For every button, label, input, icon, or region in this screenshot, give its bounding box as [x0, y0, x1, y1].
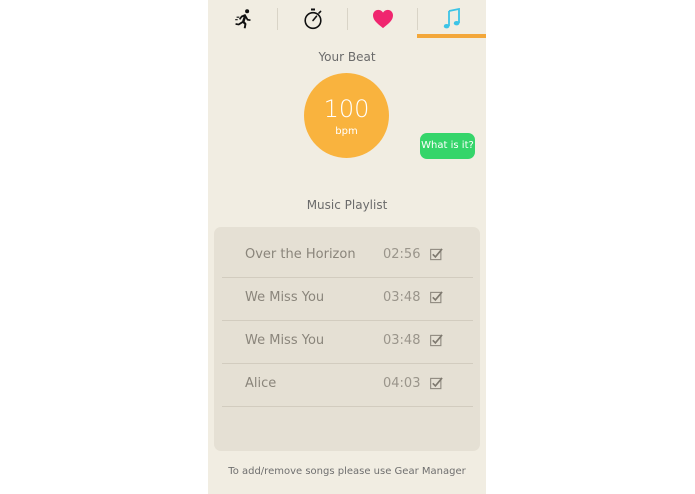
running-person-icon [234, 9, 251, 29]
song-title: Alice [245, 376, 277, 391]
song-title: We Miss You [245, 333, 325, 348]
playlist-card: Over the Horizon 02:56 We Miss You 03:48… [214, 227, 480, 451]
playlist-title: Music Playlist [306, 198, 388, 212]
song-title: Over the Horizon [245, 247, 356, 262]
tab-running[interactable] [208, 0, 277, 38]
tab-music[interactable] [417, 0, 486, 38]
heart-icon [372, 9, 393, 29]
bpm-unit: bpm [335, 126, 358, 137]
music-note-icon [443, 8, 460, 29]
stopwatch-icon [303, 8, 322, 30]
bpm-circle: 100 bpm [304, 73, 389, 158]
beat-title: Your Beat [318, 50, 376, 64]
selected-tab-indicator [417, 34, 486, 38]
song-duration: 03:48 [383, 290, 421, 305]
tab-stopwatch[interactable] [278, 0, 347, 38]
checkbox-checked-icon[interactable] [430, 334, 443, 347]
song-duration: 04:03 [383, 376, 421, 391]
checkbox-checked-icon[interactable] [430, 291, 443, 304]
tab-bar [208, 0, 486, 38]
checkbox-checked-icon[interactable] [430, 248, 443, 261]
song-title: We Miss You [245, 290, 325, 305]
song-row[interactable]: Over the Horizon 02:56 [222, 234, 473, 278]
song-row[interactable]: Alice 04:03 [222, 363, 473, 407]
song-duration: 03:48 [383, 333, 421, 348]
bpm-value: 100 [323, 95, 370, 123]
song-row[interactable]: We Miss You 03:48 [222, 320, 473, 364]
gear-manager-note: To add/remove songs please use Gear Mana… [228, 466, 466, 477]
app-screen: Your Beat 100 bpm What is it? Music Play… [208, 0, 486, 494]
song-duration: 02:56 [383, 247, 421, 262]
song-row[interactable]: We Miss You 03:48 [222, 277, 473, 321]
what-is-it-button[interactable]: What is it? [420, 133, 475, 159]
tab-heart[interactable] [348, 0, 417, 38]
checkbox-checked-icon[interactable] [430, 377, 443, 390]
